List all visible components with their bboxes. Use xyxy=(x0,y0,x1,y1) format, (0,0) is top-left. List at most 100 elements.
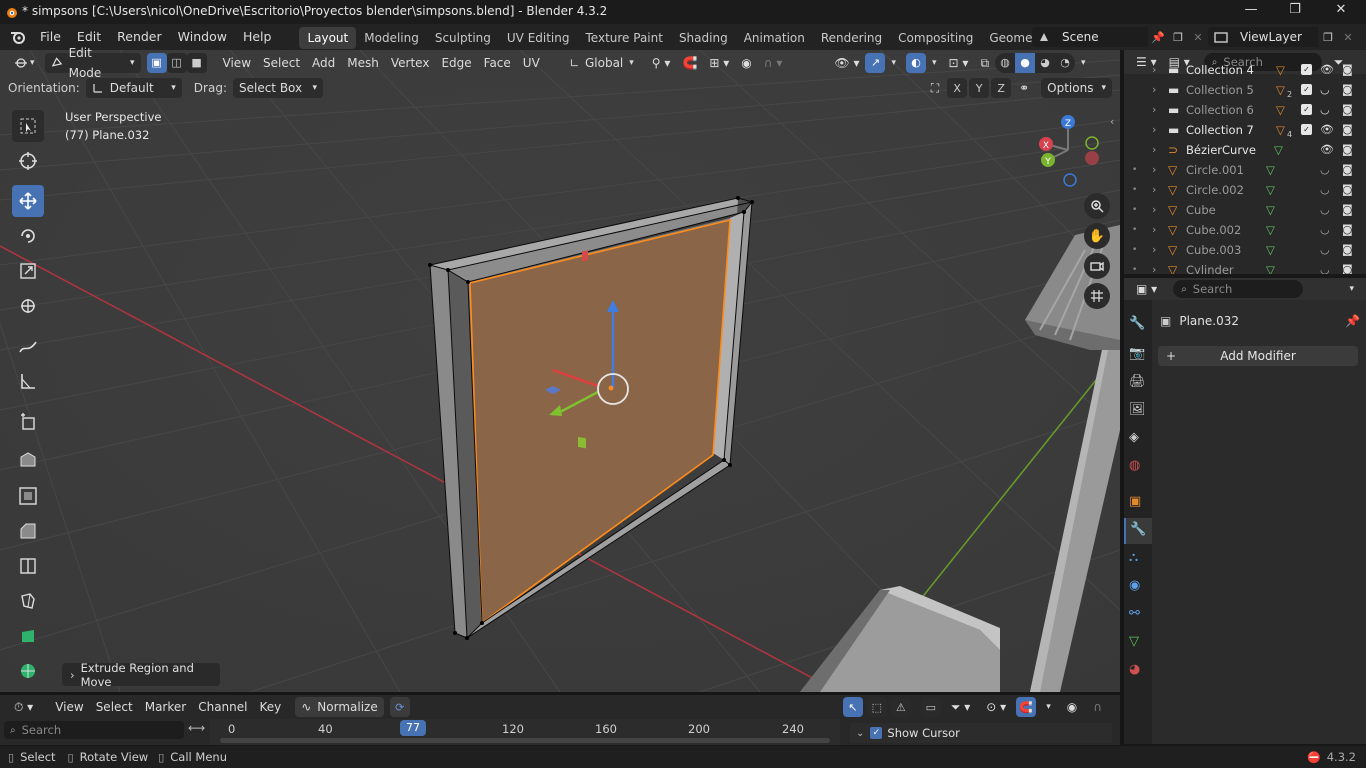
outliner-row[interactable]: › ▬ Collection 5 2 ▽ ✓ ◡ ◙ xyxy=(1124,80,1366,100)
expand-chevron-icon[interactable]: › xyxy=(1152,180,1156,200)
menu-add[interactable]: Add xyxy=(306,53,341,73)
menu-help[interactable]: Help xyxy=(235,24,280,50)
render-camera-icon[interactable]: ◙ xyxy=(1342,100,1353,120)
menu-view[interactable]: View xyxy=(217,53,257,73)
modifier-tab-icon[interactable]: 🔧 xyxy=(1130,522,1146,537)
auto-normalize-icon[interactable]: ⟳ xyxy=(389,697,410,717)
render-camera-icon[interactable]: ◙ xyxy=(1342,140,1353,160)
overlay-dropdown-icon[interactable]: ▾ xyxy=(926,53,943,73)
filter-layers-icon[interactable]: ▭ xyxy=(920,697,941,717)
tool-tab-icon[interactable]: 🔧 xyxy=(1129,316,1145,331)
outliner-row[interactable]: • › ▽ Circle.001 ▽ ◡ ◙ xyxy=(1124,160,1366,180)
tab-texture-paint[interactable]: Texture Paint xyxy=(578,27,671,49)
visibility-eye-icon[interactable]: ◡ xyxy=(1320,220,1330,240)
orientation-dropdown[interactable]: Default ▾ xyxy=(85,78,182,98)
pan-view-button[interactable]: ✋ xyxy=(1084,223,1110,249)
frame-ruler[interactable]: 0 40 120 160 200 240 77 xyxy=(210,719,840,745)
annotate-tool[interactable] xyxy=(12,330,44,362)
render-camera-icon[interactable]: ◙ xyxy=(1342,80,1353,100)
show-hidden-icon[interactable]: ⬚ xyxy=(866,697,887,717)
physics-tab-icon[interactable]: ◉ xyxy=(1129,578,1140,593)
options-dropdown[interactable]: Options ▾ xyxy=(1041,78,1112,98)
render-camera-icon[interactable]: ◙ xyxy=(1342,240,1353,260)
mirror-icon[interactable]: ⛶ xyxy=(925,78,945,98)
sidebar-toggle-icon[interactable]: ‹ xyxy=(1110,115,1114,128)
drag-dropdown[interactable]: Select Box ▾ xyxy=(232,78,323,98)
timeline-filter-icon[interactable]: ⏷ ▾ xyxy=(945,697,976,717)
timeline-scrollbar[interactable] xyxy=(220,738,830,743)
wireframe-shading-icon[interactable]: ◍ xyxy=(995,52,1016,73)
visibility-eye-icon[interactable]: ◡ xyxy=(1320,100,1330,120)
menu-select[interactable]: Select xyxy=(257,53,306,73)
close-button[interactable]: ✕ xyxy=(1318,2,1364,22)
exclude-checkbox[interactable]: ✓ xyxy=(1301,84,1312,95)
properties-options-icon[interactable]: ▾ xyxy=(1343,279,1360,299)
tab-layout[interactable]: Layout xyxy=(299,27,357,49)
visibility-eye-icon[interactable]: ◡ xyxy=(1320,160,1330,180)
camera-view-button[interactable] xyxy=(1084,253,1110,279)
tab-uv-editing[interactable]: UV Editing xyxy=(499,27,578,49)
constraints-tab-icon[interactable]: ⚯ xyxy=(1129,606,1140,621)
timeline-menu-channel[interactable]: Channel xyxy=(192,697,253,717)
expand-chevron-icon[interactable]: › xyxy=(1152,200,1156,220)
material-shading-icon[interactable]: ◕ xyxy=(1035,52,1056,73)
pin-icon[interactable]: 📌 xyxy=(1345,314,1360,328)
outliner-row[interactable]: › ⊃ BézierCurve ▽ 👁 ◙ xyxy=(1124,140,1366,160)
tab-rendering[interactable]: Rendering xyxy=(813,27,890,49)
expand-chevron-icon[interactable]: › xyxy=(1152,140,1156,160)
particles-tab-icon[interactable]: ⛬ xyxy=(1129,550,1138,565)
select-box-tool[interactable] xyxy=(12,110,44,142)
vertex-select-button[interactable]: ▣ xyxy=(146,52,167,73)
move-tool[interactable] xyxy=(12,185,44,217)
cursor-tool[interactable] xyxy=(12,145,44,177)
pivot-point-icon[interactable]: ⚲ ▾ xyxy=(646,53,677,73)
visibility-icon[interactable]: 👁 ▾ xyxy=(828,53,865,73)
scene-field[interactable]: Scene xyxy=(1056,27,1148,47)
expand-chevron-icon[interactable]: › xyxy=(1152,100,1156,120)
outliner-row[interactable]: • › ▽ Cube.002 ▽ ◡ ◙ xyxy=(1124,220,1366,240)
timeline-menu-select[interactable]: Select xyxy=(90,697,139,717)
gizmo-dropdown-icon[interactable]: ▾ xyxy=(885,53,902,73)
world-tab-icon[interactable]: ◍ xyxy=(1129,458,1140,473)
visibility-eye-icon[interactable]: 👁 xyxy=(1320,60,1334,80)
mesh-edit-overlay-icon[interactable]: ⊡ ▾ xyxy=(943,53,975,73)
minimize-button[interactable]: — xyxy=(1228,2,1274,22)
xray-icon[interactable]: ⧉ xyxy=(974,53,995,73)
poly-build-tool[interactable] xyxy=(12,620,44,652)
transform-tool[interactable] xyxy=(12,290,44,322)
tab-modeling[interactable]: Modeling xyxy=(356,27,427,49)
pivot-icon[interactable]: ⊙ ▾ xyxy=(980,697,1012,717)
extrude-tool[interactable] xyxy=(12,443,44,475)
expand-chevron-icon[interactable]: › xyxy=(1152,240,1156,260)
outliner-row[interactable]: • › ▽ Cylinder ▽ ◡ ◙ xyxy=(1124,260,1366,274)
gizmo-toggle-icon[interactable]: ↗ xyxy=(865,52,886,73)
material-tab-icon[interactable]: ◕ xyxy=(1129,662,1140,677)
face-select-button[interactable]: ■ xyxy=(186,52,207,73)
scene-icon[interactable] xyxy=(1032,27,1056,47)
render-camera-icon[interactable]: ◙ xyxy=(1342,120,1353,140)
render-camera-icon[interactable]: ◙ xyxy=(1342,160,1353,180)
render-camera-icon[interactable]: ◙ xyxy=(1342,260,1353,274)
properties-search[interactable]: ⌕ Search xyxy=(1173,280,1304,298)
timeline-snap-icon[interactable]: 🧲 xyxy=(1016,697,1037,717)
visibility-eye-icon[interactable]: ◡ xyxy=(1320,80,1330,100)
visibility-eye-icon[interactable]: ◡ xyxy=(1320,240,1330,260)
snap-target-icon[interactable]: ⊞ ▾ xyxy=(703,53,735,73)
tab-sculpting[interactable]: Sculpting xyxy=(427,27,499,49)
render-camera-icon[interactable]: ◙ xyxy=(1342,220,1353,240)
visibility-eye-icon[interactable]: 👁 xyxy=(1320,140,1334,160)
scale-tool[interactable] xyxy=(12,255,44,287)
outliner-row[interactable]: • › ▽ Cube.003 ▽ ◡ ◙ xyxy=(1124,240,1366,260)
timeline-falloff-icon[interactable]: ∩ xyxy=(1087,697,1108,717)
menu-face[interactable]: Face xyxy=(478,53,517,73)
outliner-row[interactable]: • › ▽ Cube ▽ ◡ ◙ xyxy=(1124,200,1366,220)
timeline-menu-marker[interactable]: Marker xyxy=(139,697,192,717)
render-camera-icon[interactable]: ◙ xyxy=(1342,60,1353,80)
view-layer-tab-icon[interactable]: 🖼 xyxy=(1129,402,1146,417)
measure-tool[interactable] xyxy=(12,365,44,397)
expand-chevron-icon[interactable]: › xyxy=(1152,120,1156,140)
maximize-button[interactable]: ❐ xyxy=(1272,2,1318,22)
exclude-checkbox[interactable]: ✓ xyxy=(1301,64,1312,75)
timeline-menu-key[interactable]: Key xyxy=(253,697,287,717)
object-tab-icon[interactable]: ▣ xyxy=(1129,494,1141,509)
